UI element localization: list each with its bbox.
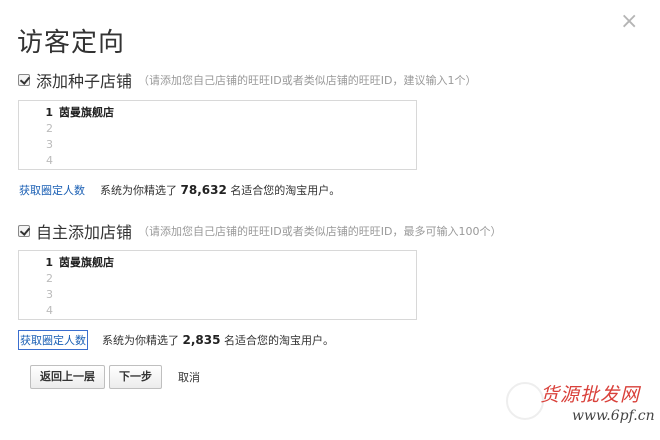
line-number: 2 [46,272,53,285]
stat-suffix: 名适合您的淘宝用户。 [230,184,341,197]
seed-stat-text: 系统为你精选了 78,632 名适合您的淘宝用户。 [100,182,340,198]
editor-line: 2 [19,121,416,137]
editor-line: 3 [19,137,416,153]
stat-prefix: 系统为你精选了 [102,334,179,347]
editor-line: 1 茵曼旗舰店 [19,105,416,121]
dialog-title: 访客定向 [17,28,126,58]
seed-stat-row: 获取圈定人数 系统为你精选了 78,632 名适合您的淘宝用户。 [18,181,340,199]
custom-get-count-link[interactable]: 获取圈定人数 [18,330,88,350]
custom-shop-input[interactable]: 1 茵曼旗舰店 2 3 4 [18,250,417,320]
stat-count: 78,632 [180,183,227,197]
line-number: 4 [46,154,53,167]
visitor-targeting-dialog: 访客定向 × 添加种子店铺 （请添加您自己店铺的旺旺ID或者类似店铺的旺旺ID，… [0,0,660,440]
dialog-actions: 返回上一层 下一步 取消 [30,365,200,389]
editor-line: 3 [19,287,416,303]
seed-section-checkbox[interactable] [18,74,30,86]
line-text: 茵曼旗舰店 [59,256,114,269]
next-button[interactable]: 下一步 [109,365,162,389]
cancel-link[interactable]: 取消 [178,369,200,385]
custom-section-header: 自主添加店铺 （请添加您自己店铺的旺旺ID或者类似店铺的旺旺ID，最多可输入10… [18,219,501,243]
line-number: 1 [45,106,53,119]
custom-section-title: 自主添加店铺 [36,223,133,242]
editor-line: 4 [19,153,416,169]
seed-get-count-link[interactable]: 获取圈定人数 [18,181,86,199]
line-number: 3 [46,138,53,151]
watermark-logo [506,382,544,420]
editor-line: 1 茵曼旗舰店 [19,255,416,271]
back-button[interactable]: 返回上一层 [30,365,105,389]
line-number: 1 [45,256,53,269]
seed-shop-input[interactable]: 1 茵曼旗舰店 2 3 4 [18,100,417,170]
editor-line: 2 [19,271,416,287]
line-text: 茵曼旗舰店 [59,106,114,119]
line-number: 2 [46,122,53,135]
custom-section-checkbox[interactable] [18,225,30,237]
seed-section-hint: （请添加您自己店铺的旺旺ID或者类似店铺的旺旺ID，建议输入1个） [138,74,477,87]
watermark-title: 货源批发网 [540,384,641,406]
stat-count: 2,835 [182,333,221,347]
custom-stat-row: 获取圈定人数 系统为你精选了 2,835 名适合您的淘宝用户。 [18,330,334,350]
stat-prefix: 系统为你精选了 [100,184,177,197]
custom-stat-text: 系统为你精选了 2,835 名适合您的淘宝用户。 [102,332,334,348]
seed-section-header: 添加种子店铺 （请添加您自己店铺的旺旺ID或者类似店铺的旺旺ID，建议输入1个） [18,68,476,92]
seed-section-title: 添加种子店铺 [36,72,133,91]
close-icon[interactable]: × [620,10,638,34]
watermark-url: www.6pf.cn [572,408,655,424]
editor-line: 4 [19,303,416,319]
stat-suffix: 名适合您的淘宝用户。 [223,334,334,347]
line-number: 3 [46,288,53,301]
custom-section-hint: （请添加您自己店铺的旺旺ID或者类似店铺的旺旺ID，最多可输入100个） [138,225,502,238]
line-number: 4 [46,304,53,317]
